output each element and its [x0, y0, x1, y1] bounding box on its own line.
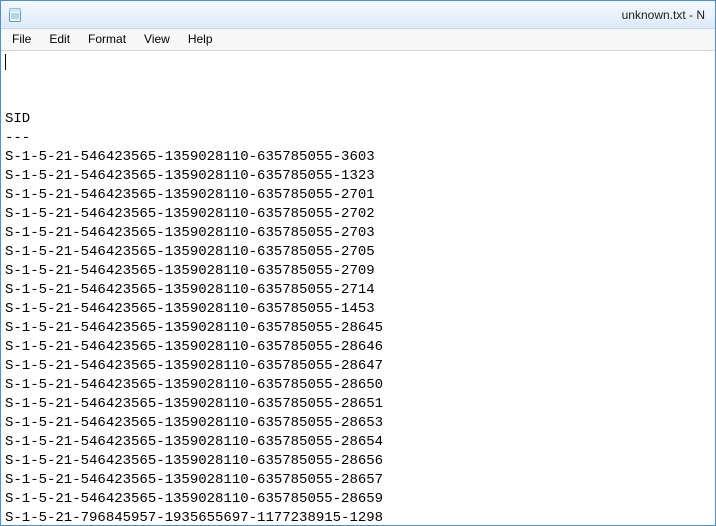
text-editor-area[interactable]: SID --- S-1-5-21-546423565-1359028110-63… — [1, 51, 715, 525]
menu-file[interactable]: File — [3, 29, 40, 50]
menu-edit[interactable]: Edit — [40, 29, 79, 50]
titlebar[interactable]: unknown.txt - N — [1, 1, 715, 29]
notepad-window: unknown.txt - N File Edit Format View He… — [0, 0, 716, 526]
menu-view[interactable]: View — [135, 29, 179, 50]
menu-format[interactable]: Format — [79, 29, 135, 50]
text-caret — [5, 54, 6, 70]
menu-help[interactable]: Help — [179, 29, 222, 50]
menubar: File Edit Format View Help — [1, 29, 715, 51]
notepad-icon — [7, 7, 23, 23]
window-title: unknown.txt - N — [31, 8, 709, 22]
